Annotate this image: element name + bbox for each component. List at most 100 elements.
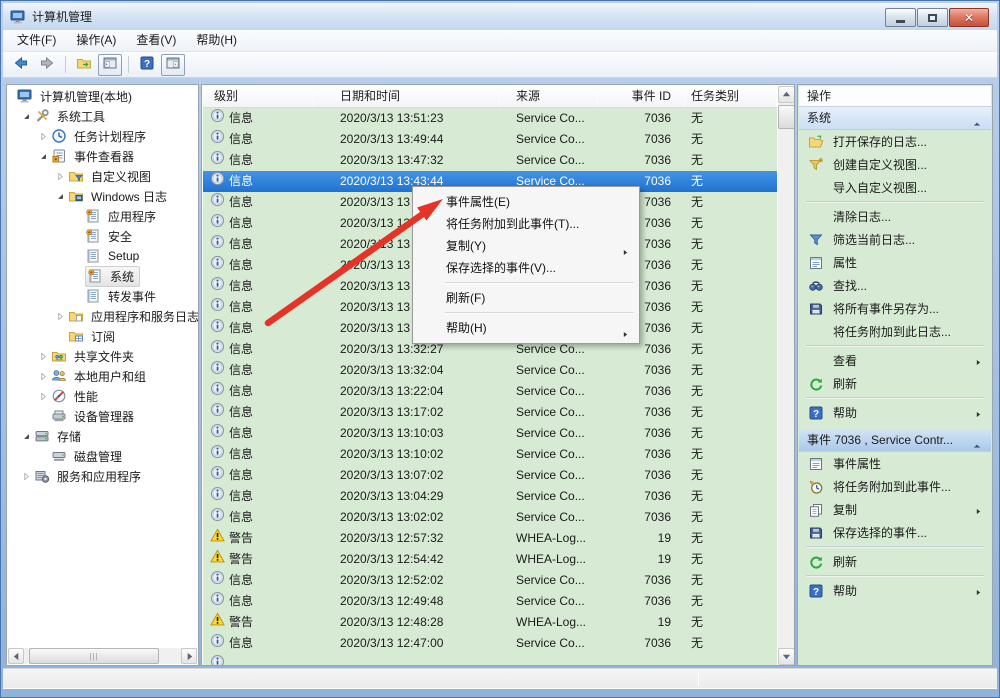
expander-closed-icon[interactable] <box>18 468 34 484</box>
expander-closed-icon[interactable] <box>35 128 51 144</box>
expander-closed-icon[interactable] <box>52 168 68 184</box>
table-row[interactable]: 信息2020/3/13 13:49:44Service Co...7036无 <box>203 129 777 150</box>
table-row[interactable]: 信息2020/3/13 13:07:02Service Co...7036无 <box>203 465 777 486</box>
menu-item-1[interactable]: 操作(A) <box>66 30 126 51</box>
scroll-down-arrow[interactable] <box>778 648 795 665</box>
table-row[interactable]: 信息2020/3/13 12:47:00Service Co...7036无 <box>203 633 777 654</box>
action-item[interactable]: 将任务附加到此事件... <box>799 475 991 498</box>
tree-item-[interactable]: 订阅 <box>8 326 198 346</box>
tree-item-[interactable]: 任务计划程序 <box>8 126 198 146</box>
action-item[interactable]: 属性 <box>799 251 991 274</box>
table-row[interactable]: 信息2020/3/13 12:52:02Service Co...7036无 <box>203 570 777 591</box>
tree-item-[interactable]: 系统 <box>8 266 198 286</box>
action-item[interactable]: 查看 <box>799 349 991 372</box>
table-row[interactable]: 信息2020/3/13 13:10:02Service Co...7036无 <box>203 444 777 465</box>
expander-closed-icon[interactable] <box>35 348 51 364</box>
column-separator[interactable] <box>597 88 598 106</box>
tree-item-windows[interactable]: Windows 日志 <box>8 186 198 206</box>
menu-item-3[interactable]: 帮助(H) <box>186 30 247 51</box>
action-item[interactable]: ?帮助 <box>799 401 991 424</box>
column-separator[interactable] <box>684 88 685 106</box>
action-item[interactable]: 将所有事件另存为... <box>799 297 991 320</box>
action-item[interactable]: 筛选当前日志... <box>799 228 991 251</box>
action-item[interactable]: 复制 <box>799 498 991 521</box>
scroll-up-arrow[interactable] <box>778 86 795 103</box>
action-item[interactable]: 查找... <box>799 274 991 297</box>
action-pane-button[interactable] <box>161 54 185 76</box>
table-row[interactable]: 信息2020/3/13 13:02:02Service Co...7036无 <box>203 507 777 528</box>
table-row[interactable]: 信息2020/3/13 13:22:04Service Co...7036无 <box>203 381 777 402</box>
column-header-0[interactable]: 级别 <box>214 86 238 107</box>
context-menu-item[interactable]: 帮助(H) <box>415 317 637 339</box>
tree-item-[interactable]: 性能 <box>8 386 198 406</box>
menu-item-2[interactable]: 查看(V) <box>126 30 186 51</box>
expander-open-icon[interactable] <box>18 428 34 444</box>
table-row[interactable]: 信息2020/3/13 13:04:29Service Co...7036无 <box>203 486 777 507</box>
tree-item-[interactable]: 本地用户和组 <box>8 366 198 386</box>
table-row[interactable]: 信息2020/3/13 13:32:04Service Co...7036无 <box>203 360 777 381</box>
table-row[interactable]: 信息2020/3/13 13:51:23Service Co...7036无 <box>203 108 777 129</box>
close-button[interactable]: ✕ <box>949 8 989 27</box>
expander-closed-icon[interactable] <box>35 368 51 384</box>
column-separator[interactable] <box>776 88 777 106</box>
table-row[interactable]: 信息2020/3/13 12:49:48Service Co...7036无 <box>203 591 777 612</box>
tree-item-[interactable]: 设备管理器 <box>8 406 198 426</box>
table-row[interactable]: 信息2020/3/13 13:10:03Service Co...7036无 <box>203 423 777 444</box>
expander-open-icon[interactable] <box>35 148 51 164</box>
export-button[interactable] <box>72 54 96 76</box>
scroll-thumb[interactable]: ||| <box>29 648 159 664</box>
table-row[interactable]: 信息2020/3/13 13:17:02Service Co...7036无 <box>203 402 777 423</box>
minimize-button[interactable] <box>885 8 916 27</box>
maximize-button[interactable] <box>917 8 948 27</box>
column-separator[interactable] <box>313 88 314 106</box>
tree-item-[interactable]: 事件查看器 <box>8 146 198 166</box>
tree-item-[interactable]: 系统工具 <box>8 106 198 126</box>
expander-closed-icon[interactable] <box>35 388 51 404</box>
forward-button[interactable] <box>35 54 59 76</box>
action-section-header-0[interactable]: 系统 <box>799 107 991 130</box>
column-header-2[interactable]: 来源 <box>516 86 540 107</box>
vertical-scrollbar[interactable] <box>778 86 795 666</box>
table-row[interactable]: 信息2020/3/13 13:47:32Service Co...7036无 <box>203 150 777 171</box>
tree-item-[interactable]: 应用程序 <box>8 206 198 226</box>
action-item[interactable]: 刷新 <box>799 550 991 573</box>
context-menu-item[interactable]: 复制(Y) <box>415 235 637 257</box>
tree-item-[interactable]: 安全 <box>8 226 198 246</box>
action-section-header-1[interactable]: 事件 7036 , Service Contr... <box>799 429 991 452</box>
help-button[interactable]: ? <box>135 54 159 76</box>
tree-item-setup[interactable]: Setup <box>8 246 198 266</box>
column-header-4[interactable]: 任务类别 <box>691 86 739 107</box>
expander-open-icon[interactable] <box>52 188 68 204</box>
action-item[interactable]: 导入自定义视图... <box>799 176 991 199</box>
table-row[interactable]: 警告2020/3/13 12:48:28WHEA-Log...19无 <box>203 612 777 633</box>
tree-item-[interactable]: 应用程序和服务日志 <box>8 306 198 326</box>
action-item[interactable]: ?帮助 <box>799 579 991 602</box>
expander-open-icon[interactable] <box>18 108 34 124</box>
expander-closed-icon[interactable] <box>52 308 68 324</box>
tree-item-[interactable]: 服务和应用程序 <box>8 466 198 486</box>
column-header-1[interactable]: 日期和时间 <box>340 86 400 107</box>
menu-item-0[interactable]: 文件(F) <box>7 30 66 51</box>
action-item[interactable]: 保存选择的事件... <box>799 521 991 544</box>
console-tree-button[interactable] <box>98 54 122 76</box>
scroll-thumb[interactable] <box>778 105 795 129</box>
context-menu-item[interactable]: 将任务附加到此事件(T)... <box>415 213 637 235</box>
tree-item-[interactable]: 共享文件夹 <box>8 346 198 366</box>
table-row[interactable] <box>203 654 777 666</box>
context-menu-item[interactable]: 刷新(F) <box>415 287 637 309</box>
scroll-right-arrow[interactable] <box>181 648 197 664</box>
tree-item-[interactable]: 计算机管理(本地) <box>8 86 198 106</box>
action-item[interactable]: 事件属性 <box>799 452 991 475</box>
tree-item-[interactable]: 磁盘管理 <box>8 446 198 466</box>
table-row[interactable]: 警告2020/3/13 12:54:42WHEA-Log...19无 <box>203 549 777 570</box>
tree-item-[interactable]: 自定义视图 <box>8 166 198 186</box>
context-menu-item[interactable]: 保存选择的事件(V)... <box>415 257 637 279</box>
tree-item-[interactable]: 转发事件 <box>8 286 198 306</box>
back-button[interactable] <box>9 54 33 76</box>
action-item[interactable]: 清除日志... <box>799 205 991 228</box>
scroll-left-arrow[interactable] <box>8 648 24 664</box>
tree-horizontal-scrollbar[interactable]: ||| <box>8 648 197 664</box>
action-item[interactable]: 创建自定义视图... <box>799 153 991 176</box>
context-menu-item[interactable]: 事件属性(E) <box>415 191 637 213</box>
action-item[interactable]: 打开保存的日志... <box>799 130 991 153</box>
